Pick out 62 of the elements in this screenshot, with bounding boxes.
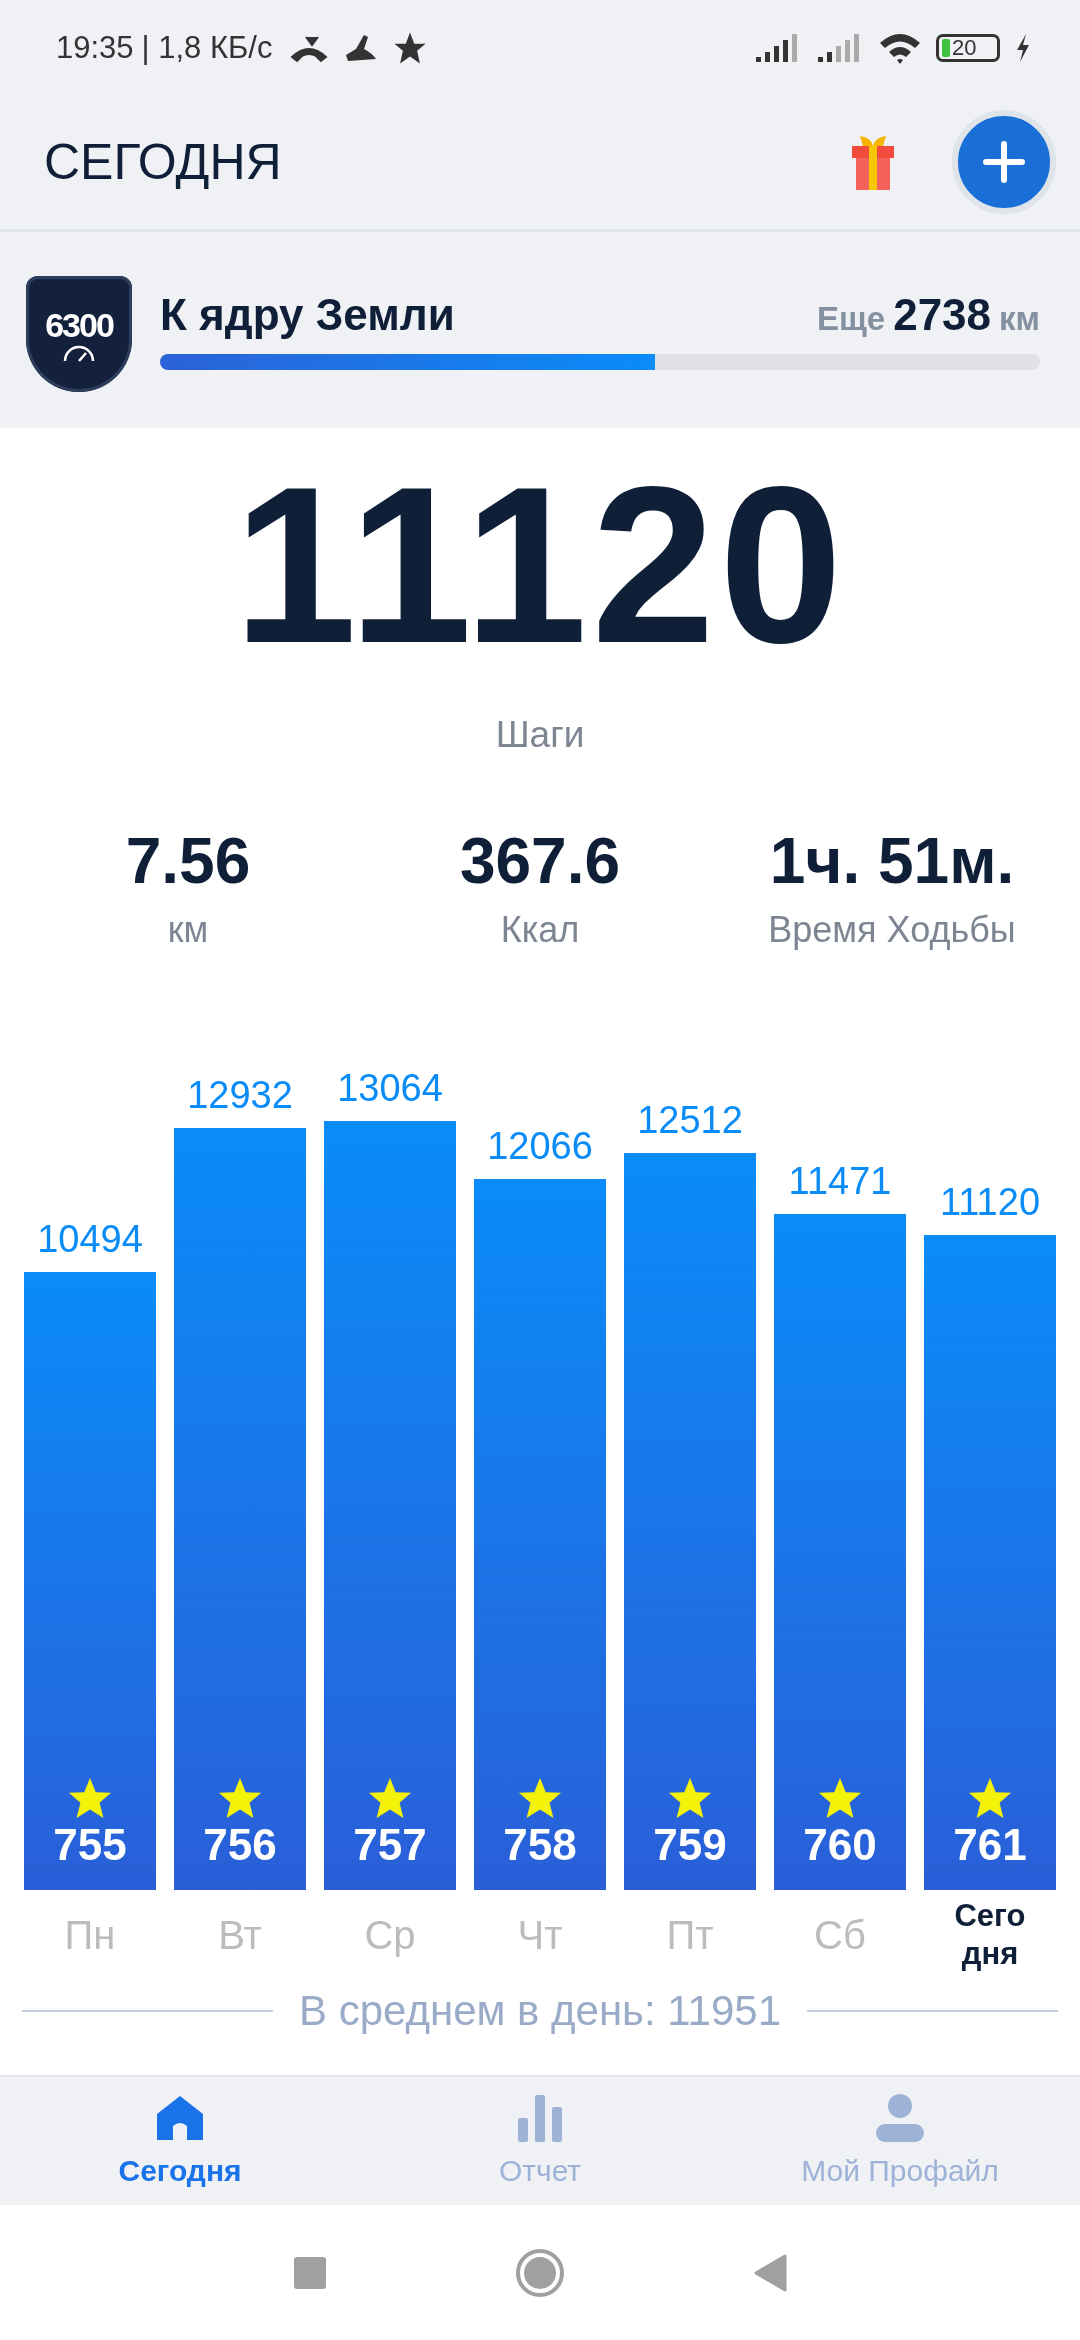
- chart-bar[interactable]: 757: [324, 1120, 456, 1890]
- chart-bar[interactable]: 759: [624, 1153, 756, 1890]
- plus-icon: [982, 140, 1026, 184]
- bar-value-label: 12512: [637, 1098, 743, 1144]
- star-icon: [967, 1776, 1013, 1820]
- back-icon[interactable]: [753, 2253, 787, 2292]
- star-icon: [817, 1776, 863, 1820]
- star-icon: [517, 1776, 563, 1820]
- charging-icon: [1014, 32, 1032, 63]
- daily-average: В среднем в день: 11951: [299, 1987, 781, 2035]
- bar-count: 761: [953, 1820, 1027, 1870]
- chart-bar[interactable]: 755: [24, 1271, 156, 1890]
- status-speed: | 1,8 КБ/с: [141, 29, 273, 66]
- chart-bar[interactable]: 760: [774, 1214, 906, 1890]
- distance-unit: км: [999, 300, 1040, 338]
- battery-icon: 20: [936, 33, 1000, 62]
- bar-value-label: 12066: [487, 1124, 593, 1170]
- day-label: Сегодня: [953, 1897, 1027, 1973]
- status-time: 19:35: [56, 29, 134, 66]
- stat-label: км: [167, 908, 209, 952]
- bar-count: 755: [53, 1820, 127, 1870]
- home-button-icon[interactable]: [515, 2247, 565, 2298]
- bar-count: 758: [503, 1820, 577, 1870]
- chart-bar[interactable]: 761: [924, 1235, 1056, 1890]
- stat-value: 7.56: [125, 824, 251, 899]
- bar-value-label: 12932: [187, 1073, 293, 1119]
- bar-count: 756: [203, 1820, 277, 1870]
- remaining-label: Еще: [816, 300, 886, 338]
- step-label: Шаги: [495, 713, 585, 757]
- achievement-badge[interactable]: 6300: [26, 276, 132, 392]
- page-title: СЕГОДНЯ: [44, 133, 282, 191]
- recent-apps-icon[interactable]: [293, 2255, 327, 2290]
- bar-count: 757: [353, 1820, 427, 1870]
- stat-value: 367.6: [459, 824, 621, 899]
- person-icon: [875, 2094, 925, 2142]
- bar-count: 759: [653, 1820, 727, 1870]
- star-icon: [217, 1776, 263, 1820]
- bar-value-label: 10494: [37, 1216, 143, 1262]
- home-icon: [155, 2094, 205, 2142]
- bar-value-label: 13064: [337, 1065, 443, 1111]
- star-icon: [667, 1776, 713, 1820]
- day-label: Вт: [218, 1911, 262, 1959]
- bar-value-label: 11120: [940, 1180, 1040, 1226]
- star-icon: [367, 1776, 413, 1820]
- bar-chart-icon: [517, 2094, 563, 2142]
- day-label: Пн: [64, 1911, 116, 1959]
- day-label: Чт: [517, 1911, 563, 1959]
- stat-label: Время Ходьбы: [768, 908, 1016, 952]
- chart-bar[interactable]: 758: [474, 1179, 606, 1890]
- goal-title: К ядру Земли: [160, 290, 455, 340]
- bar-count: 760: [803, 1820, 877, 1870]
- nav-tab[interactable]: Сегодня: [0, 2077, 360, 2205]
- stat-label: Ккал: [500, 908, 580, 952]
- remaining-distance: 2738: [893, 290, 992, 340]
- day-label: Ср: [364, 1911, 416, 1959]
- stat-value: 1ч. 51м.: [769, 824, 1015, 899]
- bar-value-label: 11471: [788, 1159, 892, 1205]
- chart-bar[interactable]: 756: [174, 1128, 306, 1890]
- step-count: 11120: [233, 440, 847, 691]
- day-label: Пт: [666, 1911, 714, 1959]
- star-icon: [67, 1776, 113, 1820]
- day-label: Сб: [814, 1911, 866, 1959]
